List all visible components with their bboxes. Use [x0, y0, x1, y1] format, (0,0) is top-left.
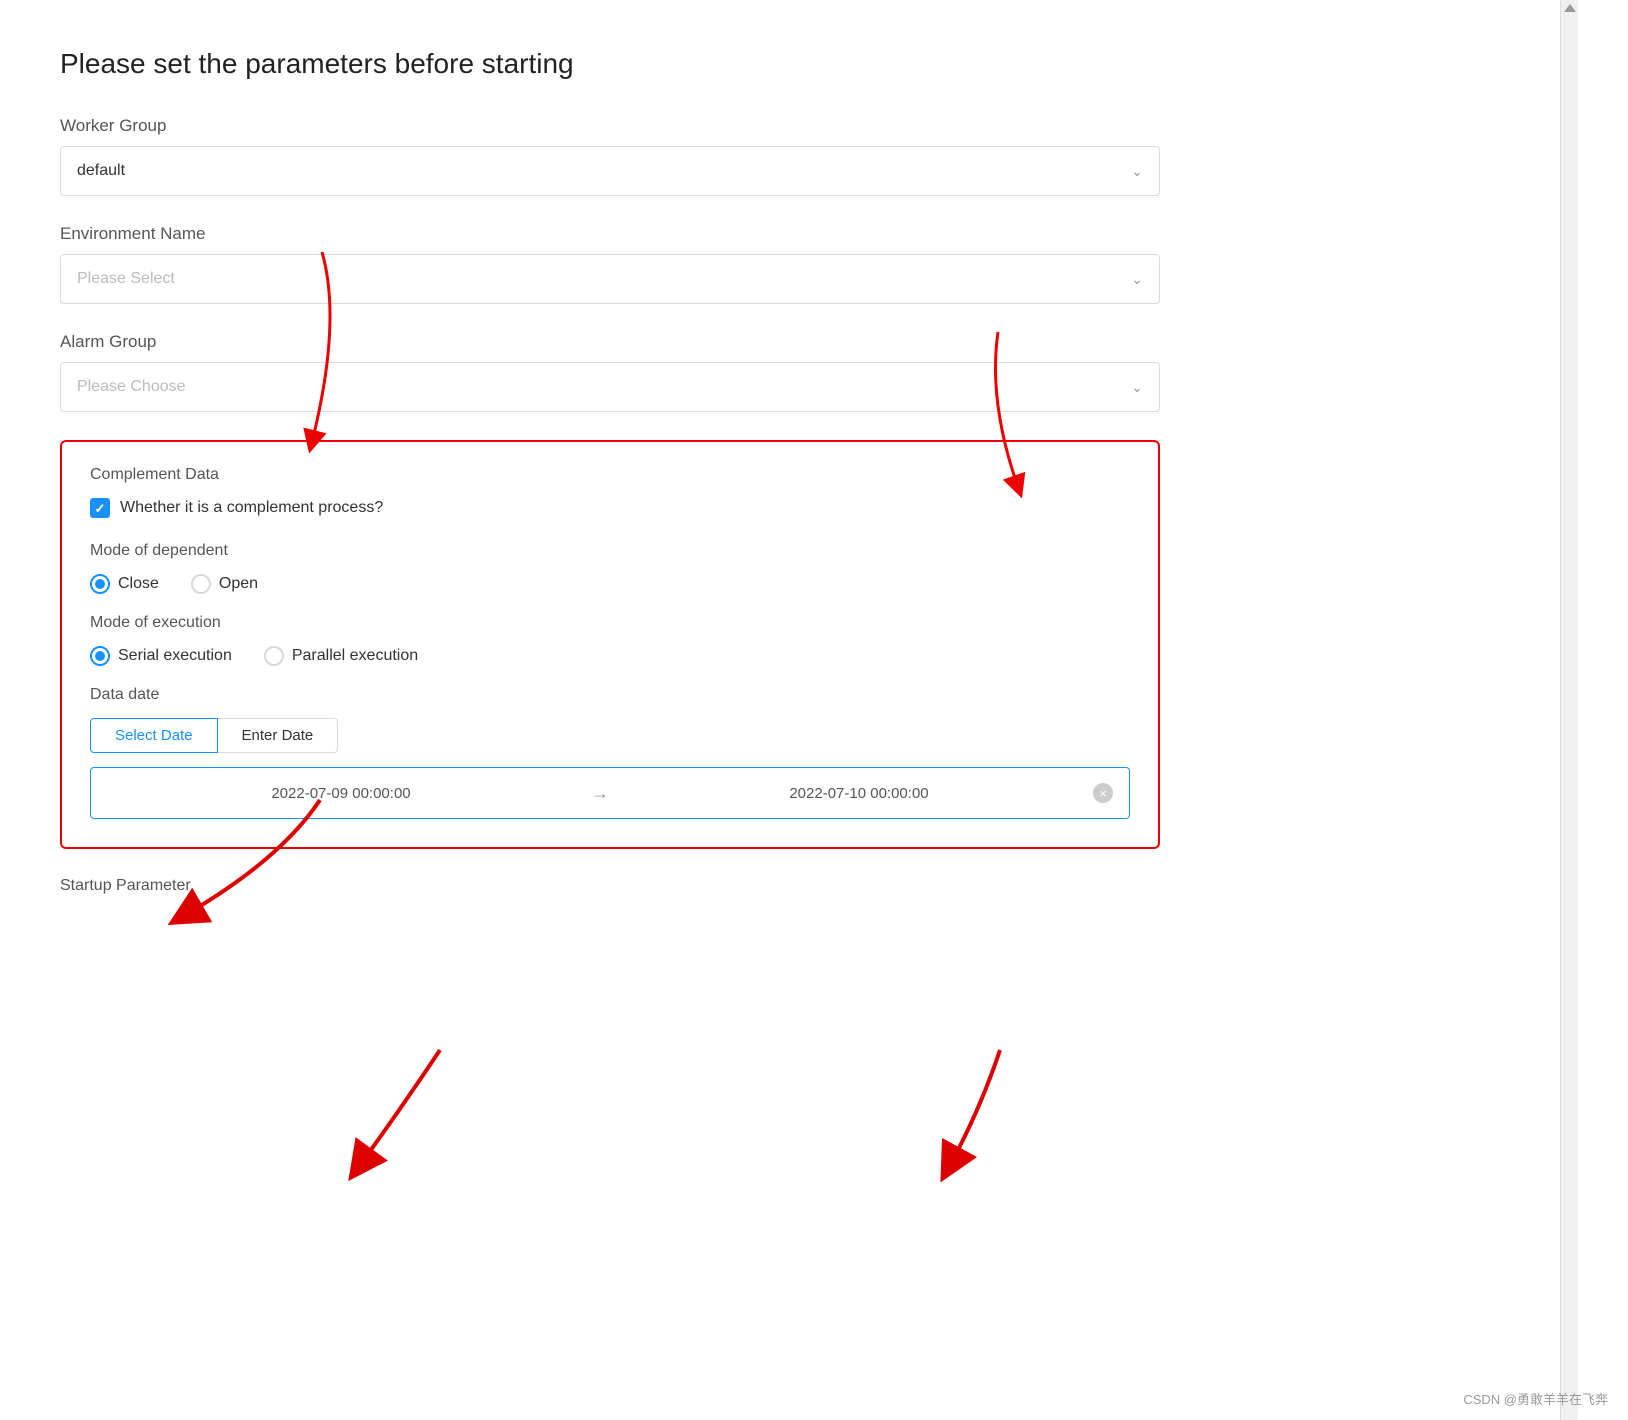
- complement-checkbox[interactable]: ✓: [90, 498, 110, 518]
- radio-parallel-label: Parallel execution: [292, 647, 418, 665]
- radio-open-label: Open: [219, 575, 258, 593]
- complement-data-label: Complement Data: [90, 466, 1130, 484]
- start-date-value: 2022-07-09 00:00:00: [107, 785, 575, 802]
- date-arrow-icon: →: [575, 783, 625, 804]
- date-range-input[interactable]: 2022-07-09 00:00:00 → 2022-07-10 00:00:0…: [90, 767, 1130, 819]
- scroll-up-arrow[interactable]: [1564, 4, 1576, 12]
- worker-group-field: Worker Group default ⌄: [60, 116, 1500, 196]
- environment-name-select[interactable]: Please Select ⌄: [60, 254, 1160, 304]
- end-date-value: 2022-07-10 00:00:00: [625, 785, 1093, 802]
- data-date-label: Data date: [90, 686, 1130, 704]
- watermark: CSDN @勇敢羊羊在飞奔: [1463, 1389, 1608, 1408]
- worker-group-label: Worker Group: [60, 116, 1500, 136]
- mode-dependent-open[interactable]: Open: [191, 574, 258, 594]
- complement-data-section: Complement Data ✓ Whether it is a comple…: [60, 440, 1160, 849]
- radio-serial-label: Serial execution: [118, 647, 232, 665]
- chevron-down-icon: ⌄: [1131, 379, 1143, 396]
- complement-checkbox-row[interactable]: ✓ Whether it is a complement process?: [90, 498, 1130, 518]
- worker-group-value: default: [77, 162, 125, 180]
- mode-execution-label: Mode of execution: [90, 614, 1130, 632]
- mode-execution-serial[interactable]: Serial execution: [90, 646, 232, 666]
- complement-checkbox-label: Whether it is a complement process?: [120, 499, 383, 517]
- mode-dependent-group: Mode of dependent Close Open: [90, 542, 1130, 594]
- chevron-down-icon: ⌄: [1131, 271, 1143, 288]
- environment-name-placeholder: Please Select: [77, 270, 175, 288]
- page-title: Please set the parameters before startin…: [60, 48, 1500, 80]
- close-icon: ×: [1099, 786, 1107, 801]
- mode-execution-group: Mode of execution Serial execution Paral…: [90, 614, 1130, 666]
- scrollbar[interactable]: [1560, 0, 1578, 1420]
- alarm-group-placeholder: Please Choose: [77, 378, 186, 396]
- worker-group-select[interactable]: default ⌄: [60, 146, 1160, 196]
- alarm-group-select[interactable]: Please Choose ⌄: [60, 362, 1160, 412]
- environment-name-label: Environment Name: [60, 224, 1500, 244]
- mode-dependent-options: Close Open: [90, 574, 1130, 594]
- checkmark-icon: ✓: [95, 502, 106, 515]
- radio-open-icon: [191, 574, 211, 594]
- date-tab-row: Select Date Enter Date: [90, 718, 1130, 753]
- data-date-section: Data date Select Date Enter Date 2022-07…: [90, 686, 1130, 819]
- mode-execution-parallel[interactable]: Parallel execution: [264, 646, 418, 666]
- startup-parameter-section: Startup Parameter: [60, 877, 1500, 895]
- mode-dependent-close[interactable]: Close: [90, 574, 159, 594]
- mode-dependent-label: Mode of dependent: [90, 542, 1130, 560]
- date-clear-button[interactable]: ×: [1093, 783, 1113, 803]
- startup-parameter-label: Startup Parameter: [60, 877, 191, 894]
- mode-execution-options: Serial execution Parallel execution: [90, 646, 1130, 666]
- chevron-down-icon: ⌄: [1131, 163, 1143, 180]
- alarm-group-field: Alarm Group Please Choose ⌄: [60, 332, 1500, 412]
- radio-close-label: Close: [118, 575, 159, 593]
- radio-close-icon: [90, 574, 110, 594]
- radio-serial-icon: [90, 646, 110, 666]
- radio-parallel-icon: [264, 646, 284, 666]
- enter-date-tab[interactable]: Enter Date: [218, 718, 339, 753]
- alarm-group-label: Alarm Group: [60, 332, 1500, 352]
- select-date-tab[interactable]: Select Date: [90, 718, 218, 753]
- environment-name-field: Environment Name Please Select ⌄: [60, 224, 1500, 304]
